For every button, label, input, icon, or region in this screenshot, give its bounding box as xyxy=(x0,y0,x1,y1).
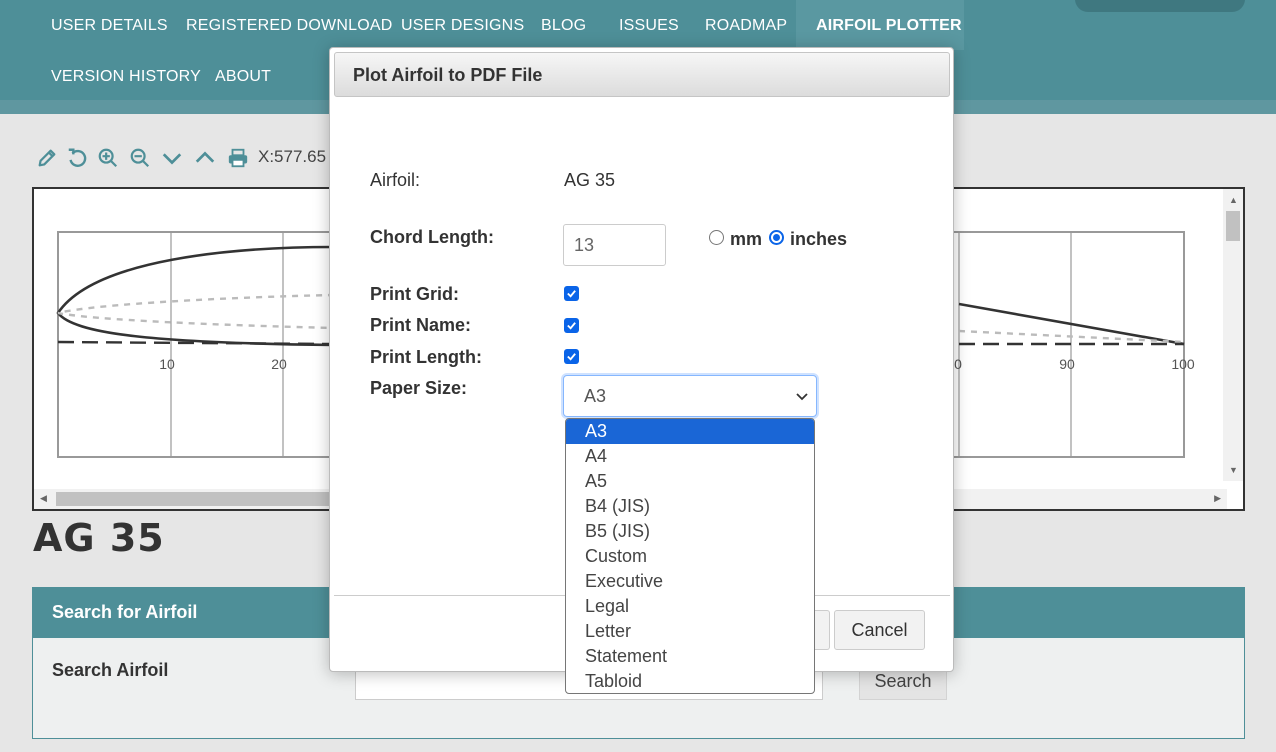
paper-size-option[interactable]: A3 xyxy=(566,419,814,444)
search-panel-title: Search for Airfoil xyxy=(52,602,198,622)
user-menu-pill[interactable] xyxy=(1075,0,1245,12)
paper-size-option[interactable]: A4 xyxy=(566,444,814,469)
nav-issues[interactable]: ISSUES xyxy=(619,16,679,36)
unit-mm-radio[interactable] xyxy=(709,230,724,245)
paper-size-select[interactable]: A3 xyxy=(563,375,817,417)
scroll-left-icon[interactable]: ◀ xyxy=(40,493,47,504)
chevron-down-icon xyxy=(796,393,808,401)
dialog-title: Plot Airfoil to PDF File xyxy=(353,65,543,85)
airfoil-title: AG 35 xyxy=(33,516,165,560)
chevron-up-icon[interactable] xyxy=(192,144,218,172)
paper-size-selected: A3 xyxy=(584,385,607,406)
print-name-label: Print Name: xyxy=(370,315,472,335)
paper-size-option[interactable]: Statement xyxy=(566,644,814,669)
unit-mm-label: mm xyxy=(730,229,763,249)
paper-size-option[interactable]: Legal xyxy=(566,594,814,619)
print-name-checkbox[interactable] xyxy=(564,318,579,333)
x-tick-label: 0 xyxy=(954,356,962,372)
x-tick-label: 100 xyxy=(1171,356,1195,372)
nav-user-designs[interactable]: USER DESIGNS xyxy=(401,16,524,36)
print-length-checkbox[interactable] xyxy=(564,349,579,364)
paper-size-option[interactable]: B5 (JIS) xyxy=(566,519,814,544)
nav-user-details[interactable]: USER DETAILS xyxy=(51,16,168,36)
print-icon[interactable] xyxy=(225,144,251,172)
paper-size-dropdown: A3 A4 A5 B4 (JIS) B5 (JIS) Custom Execut… xyxy=(565,418,815,694)
paper-size-label: Paper Size: xyxy=(370,378,468,398)
print-length-label: Print Length: xyxy=(370,347,482,367)
paper-size-option[interactable]: A5 xyxy=(566,469,814,494)
unit-inches-label: inches xyxy=(790,229,848,249)
airfoil-value: AG 35 xyxy=(564,170,616,190)
airfoil-label: Airfoil: xyxy=(370,170,421,190)
print-grid-label: Print Grid: xyxy=(370,284,459,304)
chord-length-label: Chord Length: xyxy=(370,227,494,247)
x-tick-label: 90 xyxy=(1059,356,1075,372)
vertical-scroll-thumb[interactable] xyxy=(1226,211,1240,241)
zoom-in-icon[interactable] xyxy=(95,144,121,172)
nav-version-history[interactable]: VERSION HISTORY xyxy=(51,67,201,87)
nav-about[interactable]: ABOUT xyxy=(215,67,271,87)
nav-airfoil-plotter[interactable]: AIRFOIL PLOTTER xyxy=(816,16,962,36)
chord-length-input[interactable]: 13 xyxy=(563,224,666,266)
nav-registered-download[interactable]: REGISTERED DOWNLOAD xyxy=(186,16,393,36)
scroll-up-icon[interactable]: ▲ xyxy=(1229,195,1238,205)
horizontal-scroll-thumb[interactable] xyxy=(56,492,356,506)
paper-size-option[interactable]: Executive xyxy=(566,569,814,594)
pencil-icon[interactable] xyxy=(34,144,60,172)
paper-size-option[interactable]: B4 (JIS) xyxy=(566,494,814,519)
search-airfoil-label: Search Airfoil xyxy=(52,660,169,680)
nav-blog[interactable]: BLOG xyxy=(541,16,586,36)
undo-icon[interactable] xyxy=(64,144,90,172)
dialog-header: Plot Airfoil to PDF File xyxy=(334,52,950,97)
chevron-down-icon[interactable] xyxy=(159,144,185,172)
checkmark-icon xyxy=(567,290,576,298)
paper-size-option[interactable]: Letter xyxy=(566,619,814,644)
print-grid-checkbox[interactable] xyxy=(564,286,579,301)
scroll-right-icon[interactable]: ▶ xyxy=(1214,493,1221,504)
airfoil-camber-line-left xyxy=(57,293,335,330)
x-tick-label: 20 xyxy=(271,356,287,372)
paper-size-option[interactable]: Custom xyxy=(566,544,814,569)
zoom-out-icon[interactable] xyxy=(127,144,153,172)
checkmark-icon xyxy=(567,322,576,330)
unit-inches-radio[interactable] xyxy=(769,230,784,245)
scroll-down-icon[interactable]: ▼ xyxy=(1229,465,1238,475)
vertical-scrollbar[interactable]: ▲ ▼ xyxy=(1223,189,1243,481)
cursor-coordinate: X:577.65 xyxy=(258,147,327,166)
checkmark-icon xyxy=(567,353,576,361)
x-tick-label: 10 xyxy=(159,356,175,372)
nav-roadmap[interactable]: ROADMAP xyxy=(705,16,787,36)
cancel-button[interactable]: Cancel xyxy=(834,610,925,650)
paper-size-option[interactable]: Tabloid xyxy=(566,669,814,693)
